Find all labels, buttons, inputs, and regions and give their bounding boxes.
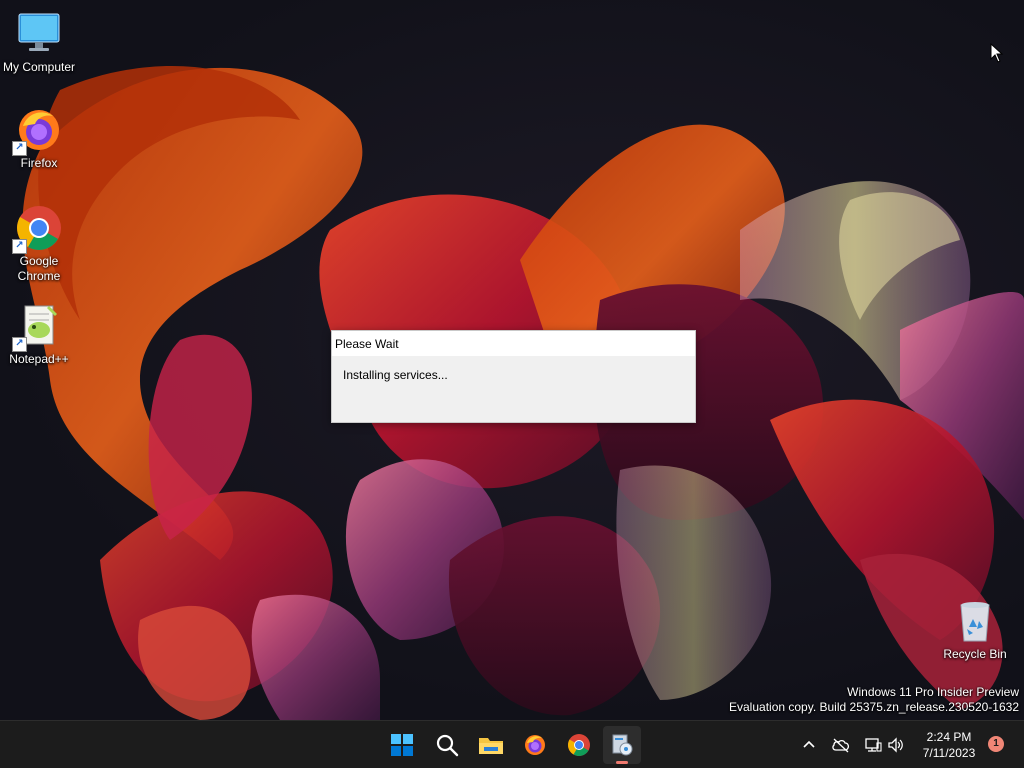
desktop-icon-firefox[interactable]: ↗ Firefox	[1, 106, 77, 171]
firefox-icon: ↗	[12, 106, 63, 156]
shortcut-arrow-icon: ↗	[12, 141, 27, 156]
mouse-cursor-icon	[990, 43, 1004, 63]
watermark-edition: Windows 11 Pro Insider Preview	[847, 685, 1019, 699]
please-wait-dialog: Please Wait Installing services...	[331, 330, 696, 423]
windows-watermark: Windows 11 Pro Insider Preview Evaluatio…	[729, 685, 1019, 715]
network-icon	[865, 738, 882, 752]
computer-monitor-icon	[15, 10, 63, 58]
clock-time: 2:24 PM	[926, 730, 972, 744]
network-tray-button[interactable]	[861, 733, 885, 757]
windows-start-icon	[391, 734, 413, 756]
show-hidden-icons-button[interactable]	[797, 733, 821, 757]
desktop-icon-label: My Computer	[2, 60, 76, 74]
chrome-icon: ↗	[12, 204, 63, 254]
taskbar-chrome-button[interactable]	[560, 726, 598, 764]
desktop-icon-chrome[interactable]: ↗ Google Chrome	[1, 204, 77, 284]
notepadpp-icon: ↗	[12, 302, 63, 352]
file-explorer-button[interactable]	[472, 726, 510, 764]
search-button[interactable]	[428, 726, 466, 764]
desktop: My Computer ↗ Firefox ↗ Google Chrome ↗ …	[0, 0, 1024, 720]
search-icon	[436, 734, 459, 757]
volume-tray-button[interactable]	[884, 733, 908, 757]
desktop-icon-label: Google Chrome	[17, 254, 61, 283]
dialog-title: Please Wait	[332, 331, 695, 356]
firefox-icon	[525, 735, 545, 755]
desktop-icon-my-computer[interactable]: My Computer	[1, 10, 77, 75]
dialog-message: Installing services...	[343, 368, 448, 382]
notification-badge[interactable]: 1	[988, 736, 1004, 752]
taskbar: 2:24 PM 7/11/2023 1	[0, 720, 1024, 768]
desktop-icon-notepadpp[interactable]: ↗ Notepad++	[1, 302, 77, 367]
folder-icon	[479, 738, 503, 754]
chrome-icon	[568, 734, 590, 756]
taskbar-setup-button[interactable]	[603, 726, 641, 764]
desktop-icon-label: Recycle Bin	[943, 647, 1007, 661]
watermark-build: Evaluation copy. Build 25375.zn_release.…	[729, 700, 1019, 714]
shortcut-arrow-icon: ↗	[12, 239, 27, 254]
clock-date: 7/11/2023	[922, 746, 976, 760]
chevron-up-icon	[803, 740, 815, 748]
active-app-indicator	[616, 761, 628, 764]
volume-icon	[888, 737, 903, 753]
onedrive-tray-button[interactable]	[829, 733, 853, 757]
desktop-icon-label: Notepad++	[9, 352, 69, 366]
desktop-icon-recycle-bin[interactable]: Recycle Bin	[937, 597, 1013, 662]
taskbar-firefox-button[interactable]	[516, 726, 554, 764]
start-button[interactable]	[383, 726, 421, 764]
shortcut-arrow-icon: ↗	[12, 337, 27, 352]
desktop-icon-label: Firefox	[20, 156, 58, 170]
setup-installer-icon	[612, 734, 633, 756]
cloud-offline-icon	[832, 738, 850, 753]
taskbar-clock[interactable]: 2:24 PM 7/11/2023	[914, 729, 984, 761]
recycle-bin-icon	[951, 597, 999, 645]
